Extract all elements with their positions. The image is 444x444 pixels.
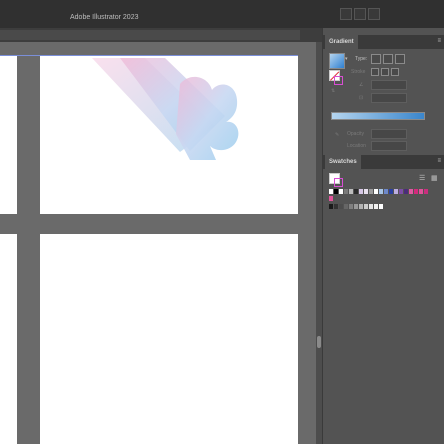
swatch[interactable] (359, 204, 363, 209)
freeform-gradient-icon[interactable] (395, 54, 405, 64)
document-tab-bar (0, 28, 322, 42)
opacity-label: Opacity (347, 131, 364, 137)
swatch-row-grays (329, 204, 439, 210)
swatch[interactable] (414, 189, 418, 194)
location-field[interactable] (371, 141, 407, 151)
swatch[interactable] (394, 189, 398, 194)
swatch[interactable] (339, 189, 343, 194)
stroke-along-icon[interactable] (381, 68, 389, 76)
canvas[interactable] (0, 42, 322, 444)
swatch[interactable] (334, 204, 338, 209)
swatch[interactable] (409, 189, 413, 194)
title-bar: Adobe Illustrator 2023 (0, 0, 444, 28)
tab-gradient[interactable]: Gradient (325, 35, 358, 49)
artboard-left-top[interactable] (0, 56, 17, 214)
minimize-button[interactable] (340, 8, 352, 20)
stroke-across-icon[interactable] (391, 68, 399, 76)
scrollbar-thumb[interactable] (317, 336, 321, 348)
artboard-main[interactable] (40, 56, 298, 214)
linear-gradient-icon[interactable] (371, 54, 381, 64)
gradient-preview-swatch[interactable] (329, 53, 345, 69)
swatches-menu-icon[interactable]: ≡ (437, 158, 441, 164)
stroke-within-icon[interactable] (371, 68, 379, 76)
swatch[interactable] (339, 204, 343, 209)
panel-menu-icon[interactable]: ≡ (437, 38, 441, 44)
grid-view-icon[interactable]: ▦ (431, 174, 438, 182)
type-label: Type: (355, 56, 368, 62)
swatch[interactable] (359, 189, 363, 194)
eyedropper-icon[interactable]: ✎ (335, 132, 339, 138)
swatch[interactable] (344, 189, 348, 194)
aspect-ratio-field[interactable] (371, 93, 407, 103)
artboard-guide-line (0, 55, 298, 56)
window-title: Adobe Illustrator 2023 (70, 14, 139, 21)
swatches-stroke-icon[interactable] (334, 178, 343, 187)
swatch[interactable] (374, 204, 378, 209)
swatch[interactable] (424, 189, 428, 194)
stroke-label: Stroke (351, 69, 366, 75)
reverse-gradient-icon[interactable]: ⇅ (331, 88, 335, 94)
swatch[interactable] (384, 189, 388, 194)
swatch-pink[interactable] (329, 196, 333, 201)
swatch[interactable] (329, 189, 333, 194)
document-tab[interactable] (0, 30, 300, 40)
chevron-down-icon[interactable]: ▾ (345, 56, 348, 62)
angle-icon: ∠ (359, 82, 364, 88)
swatch[interactable] (389, 189, 393, 194)
aspect-ratio-icon: ⊡ (359, 95, 364, 101)
swatch[interactable] (349, 189, 353, 194)
maximize-button[interactable] (354, 8, 366, 20)
location-label: Location (347, 143, 366, 149)
radial-gradient-icon[interactable] (383, 54, 393, 64)
gradient-artwork[interactable] (40, 56, 298, 214)
swatch[interactable] (379, 204, 383, 209)
stroke-swatch-icon[interactable] (334, 76, 343, 85)
swatch[interactable] (364, 189, 368, 194)
swatch[interactable] (364, 204, 368, 209)
artboard-left-bottom[interactable] (0, 234, 17, 444)
gradient-ramp[interactable] (331, 112, 425, 120)
artboard-bottom[interactable] (40, 234, 298, 444)
swatch[interactable] (404, 189, 408, 194)
swatch[interactable] (369, 189, 373, 194)
swatches-panel-header: Swatches ≡ (323, 155, 444, 169)
swatch-row-colors (329, 189, 439, 195)
opacity-field[interactable] (371, 129, 407, 139)
angle-field[interactable] (371, 80, 407, 90)
tab-swatches[interactable]: Swatches (325, 155, 361, 169)
gradient-panel-header: Gradient ≡ (323, 35, 444, 49)
swatch[interactable] (334, 189, 338, 194)
list-view-icon[interactable]: ☰ (419, 174, 425, 182)
swatch[interactable] (379, 189, 383, 194)
swatch[interactable] (369, 204, 373, 209)
swatch[interactable] (329, 204, 333, 209)
swatch[interactable] (419, 189, 423, 194)
swatch[interactable] (354, 204, 358, 209)
swatch[interactable] (354, 189, 358, 194)
swatch[interactable] (349, 204, 353, 209)
swatch[interactable] (399, 189, 403, 194)
swatch[interactable] (374, 189, 378, 194)
arrange-button[interactable] (368, 8, 380, 20)
swatch[interactable] (344, 204, 348, 209)
right-panel: Gradient ≡ ▾ Type: Stroke ∠ ⊡ ⇅ ✎ Opacit… (322, 28, 444, 444)
